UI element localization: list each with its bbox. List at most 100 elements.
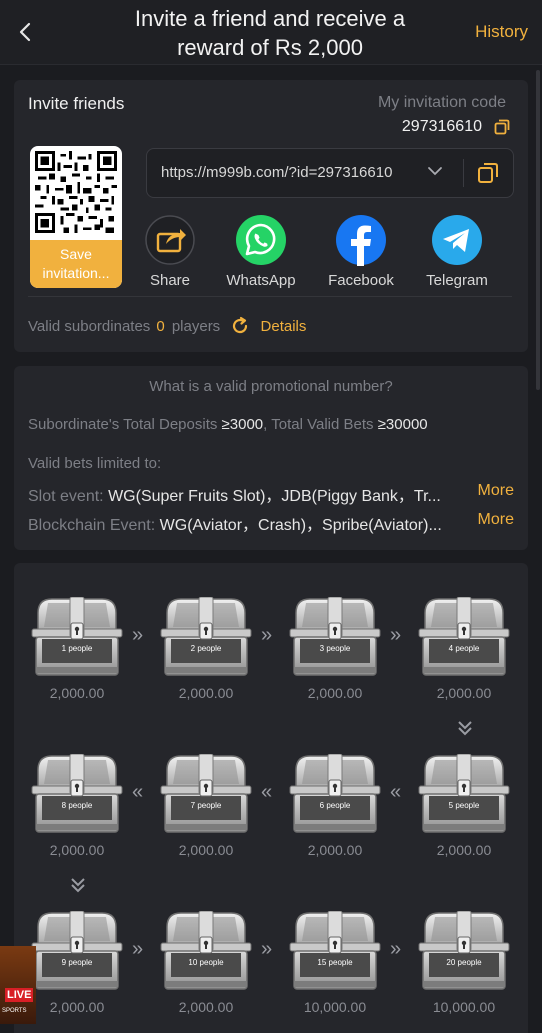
live-sports-badge[interactable]: LIVE SPORTS (0, 946, 36, 1024)
deposits-label: Subordinate's Total Deposits (28, 416, 218, 433)
reward-chest-7[interactable]: 7 people (159, 754, 253, 834)
reward-chest-3[interactable]: 3 people (288, 597, 382, 677)
title-line-1: Invite a friend and receive a (134, 6, 406, 31)
reward-chest-5[interactable]: 5 people (417, 754, 511, 834)
reward-chest-10[interactable]: 10 people (159, 911, 253, 991)
chest-people-label: 10 people (188, 958, 224, 967)
whatsapp-icon (236, 215, 286, 265)
reward-amount: 10,000.00 (303, 999, 367, 1015)
valid-subordinates-row: Valid subordinates 0 players Details (28, 316, 306, 336)
divider (28, 296, 512, 297)
slot-label: Slot event: (28, 488, 104, 505)
copy-link-icon[interactable] (477, 162, 499, 184)
double-chevron-left-icon: « (390, 781, 402, 803)
double-chevron-right-icon: » (132, 624, 144, 646)
double-chevron-left-icon: « (132, 781, 144, 803)
chest-people-label: 5 people (448, 801, 480, 810)
reward-amount: 2,000.00 (49, 842, 105, 858)
invitation-link-text: https://m999b.com/?id=297316610 (161, 164, 393, 181)
invite-title: Invite friends (28, 94, 125, 113)
share-icon (145, 215, 195, 265)
double-chevron-down-icon (71, 878, 85, 893)
reward-amount: 2,000.00 (436, 842, 492, 858)
slot-more-link[interactable]: More (478, 482, 514, 500)
bets-value: ≥30000 (377, 416, 428, 433)
treasure-chest-icon (288, 754, 382, 834)
sports-label: SPORTS (2, 1008, 27, 1014)
double-chevron-right-icon: » (261, 938, 273, 960)
chest-people-label: 3 people (319, 644, 351, 653)
reward-chest-9[interactable]: 9 people (30, 911, 124, 991)
blockchain-label: Blockchain Event: (28, 517, 156, 534)
chest-people-label: 4 people (448, 644, 480, 653)
title-line-2: reward of Rs 2,000 (177, 35, 363, 60)
telegram-label: Telegram (426, 272, 488, 289)
requirements-row: Subordinate's Total Deposits ≥3000, Tota… (28, 416, 428, 433)
reward-amount: 2,000.00 (307, 685, 363, 701)
app-header: Invite a friend and receive a reward of … (0, 0, 542, 65)
history-link[interactable]: History (475, 22, 528, 42)
details-link[interactable]: Details (261, 318, 307, 335)
reward-amount: 10,000.00 (432, 999, 496, 1015)
blockchain-value: WG(Aviator，Crash)，Spribe(Aviator)... (159, 517, 442, 534)
qr-code-card[interactable]: Save invitation... (30, 146, 122, 288)
share-option-telegram[interactable]: Telegram (417, 214, 497, 289)
invitation-code-value: 297316610 (401, 118, 482, 135)
reward-amount: 2,000.00 (178, 842, 234, 858)
blockchain-more-link[interactable]: More (478, 511, 514, 529)
whatsapp-label: WhatsApp (226, 272, 296, 289)
reward-chest-4[interactable]: 4 people (417, 597, 511, 677)
save-invitation-button[interactable]: Save invitation... (30, 240, 122, 288)
scrollbar[interactable] (536, 70, 540, 390)
treasure-chest-icon (417, 754, 511, 834)
reward-amount: 2,000.00 (178, 685, 234, 701)
copy-code-icon[interactable] (494, 119, 510, 135)
reward-amount: 2,000.00 (49, 999, 105, 1015)
chest-people-label: 6 people (319, 801, 351, 810)
double-chevron-right-icon: » (132, 938, 144, 960)
link-divider (463, 159, 464, 187)
reward-chest-15[interactable]: 15 people (288, 911, 382, 991)
telegram-icon (432, 215, 482, 265)
promo-question: What is a valid promotional number? (149, 378, 393, 395)
facebook-label: Facebook (328, 272, 394, 289)
reward-chest-20[interactable]: 20 people (417, 911, 511, 991)
live-label: LIVE (5, 988, 34, 1002)
bets-label: Total Valid Bets (271, 416, 374, 433)
treasure-chest-icon (417, 597, 511, 677)
invitation-link-field[interactable]: https://m999b.com/?id=297316610 (146, 148, 514, 198)
valid-subordinates-label: Valid subordinates (28, 318, 151, 335)
chest-people-label: 20 people (446, 958, 482, 967)
share-option-whatsapp[interactable]: WhatsApp (221, 214, 301, 289)
treasure-chest-icon (159, 754, 253, 834)
double-chevron-right-icon: » (390, 938, 402, 960)
reward-chest-1[interactable]: 1 people (30, 597, 124, 677)
treasure-chest-icon (30, 597, 124, 677)
chest-people-label: 15 people (317, 958, 353, 967)
reward-chest-2[interactable]: 2 people (159, 597, 253, 677)
qr-code-icon (35, 151, 117, 233)
requirements-separator: , (263, 416, 268, 433)
refresh-icon[interactable] (230, 316, 250, 336)
deposits-value: ≥3000 (221, 416, 264, 433)
save-label-line1: Save (60, 246, 92, 262)
treasure-chest-icon (30, 911, 124, 991)
reward-chest-8[interactable]: 8 people (30, 754, 124, 834)
slot-event-row: Slot event: WG(Super Fruits Slot)，JDB(Pi… (28, 482, 478, 506)
reward-chest-6[interactable]: 6 people (288, 754, 382, 834)
page-title: Invite a friend and receive a reward of … (100, 4, 440, 62)
treasure-chest-icon (288, 597, 382, 677)
chest-people-label: 1 people (61, 644, 93, 653)
back-arrow-icon[interactable] (14, 18, 38, 46)
facebook-icon (336, 215, 386, 266)
invitation-code-label: My invitation code (377, 94, 506, 111)
double-chevron-down-icon (458, 721, 472, 736)
share-option-share[interactable]: Share (130, 214, 210, 289)
chest-people-label: 2 people (190, 644, 222, 653)
reward-amount: 2,000.00 (307, 842, 363, 858)
share-option-facebook[interactable]: Facebook (321, 214, 401, 289)
chest-people-label: 9 people (61, 958, 93, 967)
invite-card: Invite friends My invitation code 297316… (14, 80, 528, 352)
chevron-down-icon[interactable] (427, 163, 443, 179)
rewards-card: 1 people 2,000.00 2 people 2,000.00 3 pe… (14, 563, 528, 1033)
